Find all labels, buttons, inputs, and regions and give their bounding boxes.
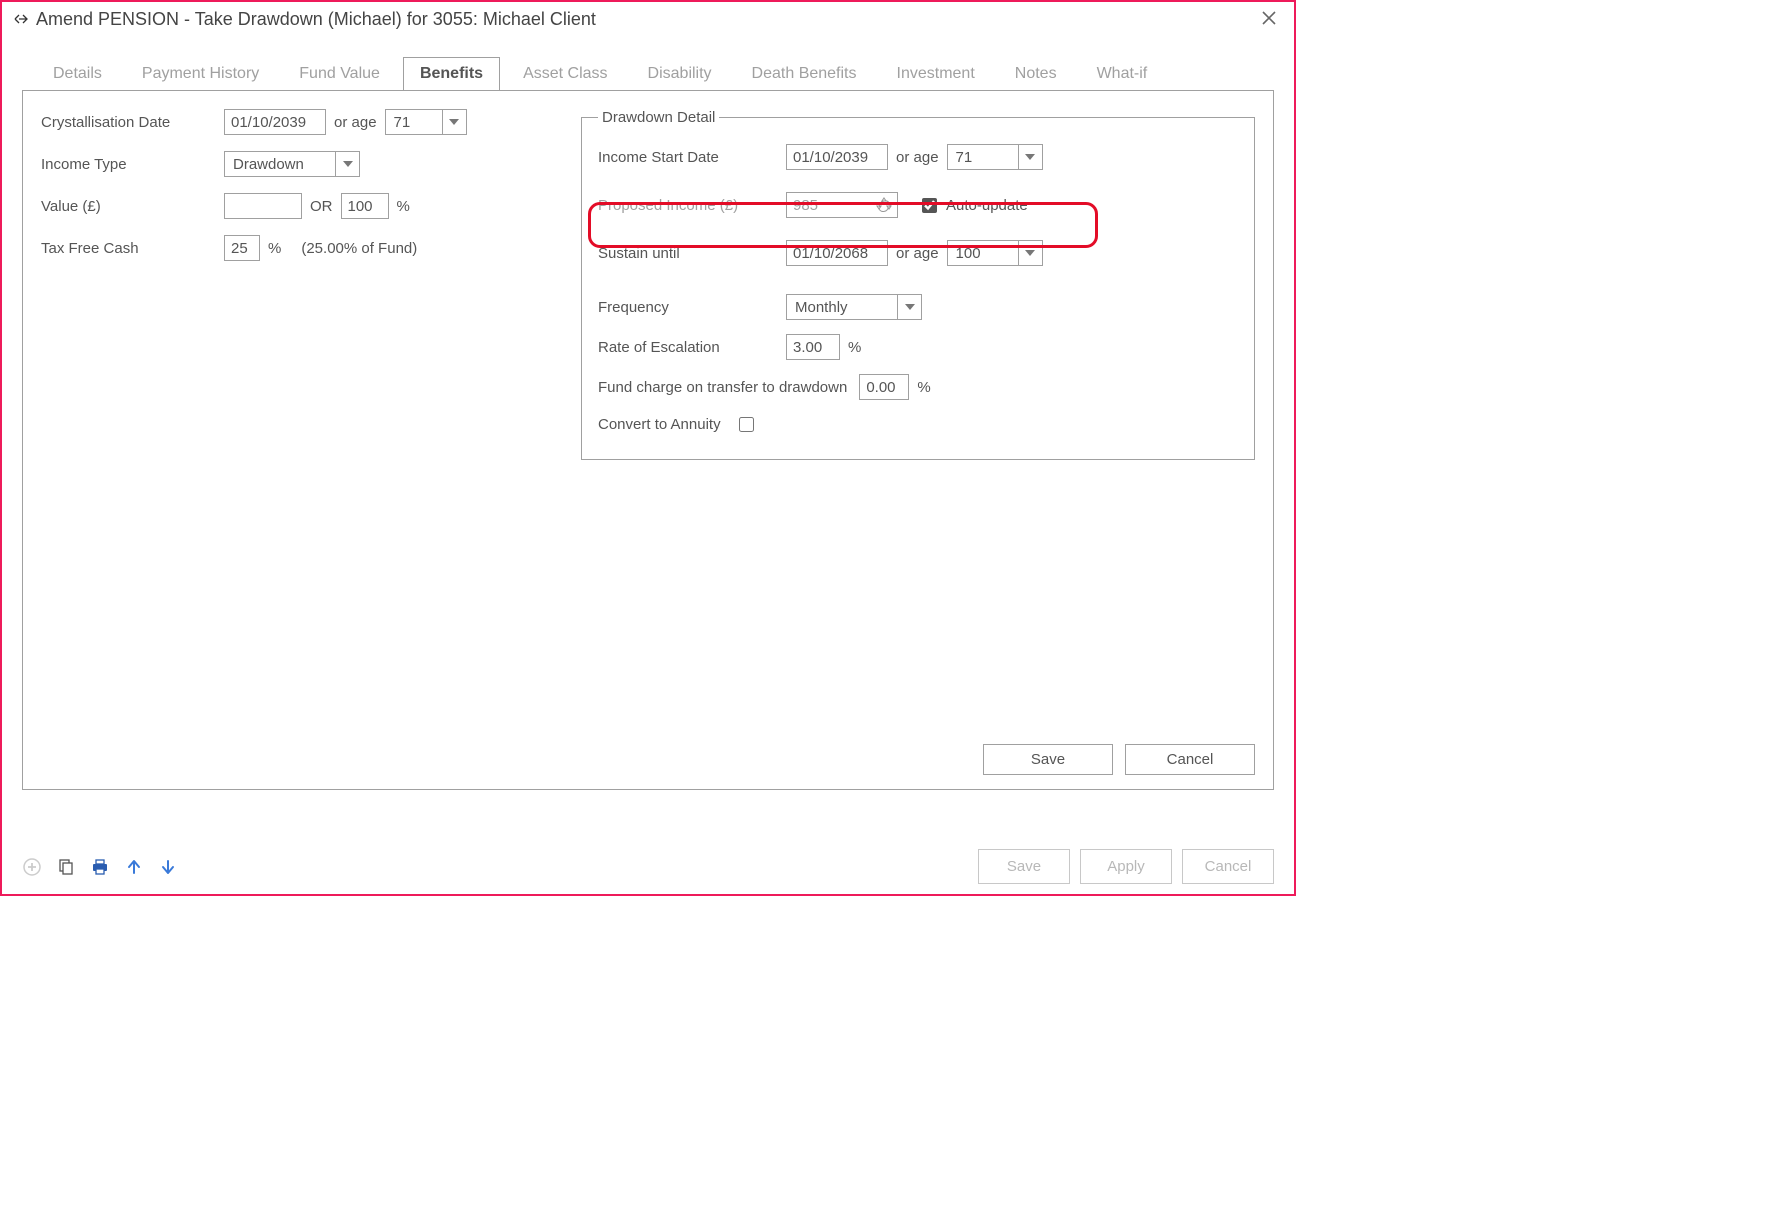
- titlebar: Amend PENSION - Take Drawdown (Michael) …: [2, 2, 1294, 36]
- panel-save-button[interactable]: Save: [983, 744, 1113, 775]
- tfc-suffix: %: [268, 240, 281, 257]
- tab-notes[interactable]: Notes: [998, 57, 1074, 90]
- or-age-text: or age: [896, 149, 939, 166]
- auto-update-label: Auto-update: [946, 197, 1028, 214]
- copy-icon[interactable]: [56, 857, 76, 877]
- benefits-panel: Crystallisation Date or age 71 Income Ty…: [22, 90, 1274, 790]
- income-type-label: Income Type: [41, 156, 216, 173]
- income-start-age-combo[interactable]: 71: [947, 144, 1043, 170]
- right-column: Drawdown Detail Income Start Date or age…: [581, 109, 1255, 460]
- tab-what-if[interactable]: What-if: [1080, 57, 1165, 90]
- panel-cancel-button[interactable]: Cancel: [1125, 744, 1255, 775]
- tab-details[interactable]: Details: [36, 57, 119, 90]
- or-age-text: or age: [896, 245, 939, 262]
- dialog-footer: Save Apply Cancel: [22, 849, 1274, 884]
- tab-benefits[interactable]: Benefits: [403, 57, 500, 91]
- crystallisation-date-input[interactable]: [224, 109, 326, 135]
- income-type-combo[interactable]: Drawdown: [224, 151, 360, 177]
- chevron-down-icon[interactable]: [1018, 241, 1042, 265]
- tfc-input[interactable]: [224, 235, 260, 261]
- window-title: Amend PENSION - Take Drawdown (Michael) …: [36, 9, 596, 30]
- drawdown-legend: Drawdown Detail: [598, 109, 719, 126]
- income-start-date-label: Income Start Date: [598, 149, 778, 166]
- footer-save-button: Save: [978, 849, 1070, 884]
- recalculate-button[interactable]: [870, 192, 898, 218]
- sustain-until-label: Sustain until: [598, 245, 778, 262]
- tab-fund-value[interactable]: Fund Value: [282, 57, 397, 90]
- frequency-value: Monthly: [787, 295, 897, 319]
- crystallisation-age-combo[interactable]: 71: [385, 109, 467, 135]
- tfc-label: Tax Free Cash: [41, 240, 216, 257]
- tab-payment-history[interactable]: Payment History: [125, 57, 276, 90]
- chevron-down-icon[interactable]: [1018, 145, 1042, 169]
- escalation-input[interactable]: [786, 334, 840, 360]
- income-start-date-input[interactable]: [786, 144, 888, 170]
- value-or-text: OR: [310, 198, 333, 215]
- value-percent-input[interactable]: [341, 193, 389, 219]
- convert-annuity-checkbox[interactable]: [739, 417, 754, 432]
- arrow-down-icon[interactable]: [158, 857, 178, 877]
- tab-death-benefits[interactable]: Death Benefits: [735, 57, 874, 90]
- income-type-value: Drawdown: [225, 152, 335, 176]
- or-age-text: or age: [334, 114, 377, 131]
- fund-charge-label: Fund charge on transfer to drawdown: [598, 379, 847, 396]
- value-amount-input[interactable]: [224, 193, 302, 219]
- close-button[interactable]: [1254, 7, 1284, 32]
- fund-charge-suffix: %: [917, 379, 930, 396]
- frequency-label: Frequency: [598, 299, 778, 316]
- proposed-income-label: Proposed Income (£): [598, 197, 778, 214]
- drawdown-detail-group: Drawdown Detail Income Start Date or age…: [581, 109, 1255, 460]
- chevron-down-icon[interactable]: [335, 152, 359, 176]
- footer-apply-button: Apply: [1080, 849, 1172, 884]
- left-column: Crystallisation Date or age 71 Income Ty…: [41, 109, 541, 460]
- add-icon[interactable]: [22, 857, 42, 877]
- footer-toolbar: [22, 857, 178, 877]
- tab-asset-class[interactable]: Asset Class: [506, 57, 624, 90]
- income-start-age-value: 71: [948, 145, 1018, 169]
- value-percent-suffix: %: [397, 198, 410, 215]
- tab-disability[interactable]: Disability: [631, 57, 729, 90]
- panel-button-row: Save Cancel: [983, 744, 1255, 775]
- print-icon[interactable]: [90, 857, 110, 877]
- escalation-suffix: %: [848, 339, 861, 356]
- tab-investment[interactable]: Investment: [880, 57, 992, 90]
- proposed-income-input: [786, 192, 870, 218]
- value-label: Value (£): [41, 198, 216, 215]
- fund-charge-input[interactable]: [859, 374, 909, 400]
- escalation-label: Rate of Escalation: [598, 339, 778, 356]
- arrow-up-icon[interactable]: [124, 857, 144, 877]
- footer-cancel-button: Cancel: [1182, 849, 1274, 884]
- tfc-note: (25.00% of Fund): [301, 240, 417, 257]
- footer-button-row: Save Apply Cancel: [978, 849, 1274, 884]
- auto-update-checkbox[interactable]: [922, 198, 937, 213]
- chevron-down-icon[interactable]: [442, 110, 466, 134]
- crystallisation-age-value: 71: [386, 110, 442, 134]
- sustain-until-input[interactable]: [786, 240, 888, 266]
- tabbar: Details Payment History Fund Value Benef…: [2, 36, 1294, 90]
- convert-annuity-label: Convert to Annuity: [598, 416, 721, 433]
- frequency-combo[interactable]: Monthly: [786, 294, 922, 320]
- chevron-down-icon[interactable]: [897, 295, 921, 319]
- dialog-window: Amend PENSION - Take Drawdown (Michael) …: [0, 0, 1296, 896]
- crystallisation-date-label: Crystallisation Date: [41, 114, 216, 131]
- sustain-age-combo[interactable]: 100: [947, 240, 1043, 266]
- app-icon: [12, 10, 30, 28]
- sustain-age-value: 100: [948, 241, 1018, 265]
